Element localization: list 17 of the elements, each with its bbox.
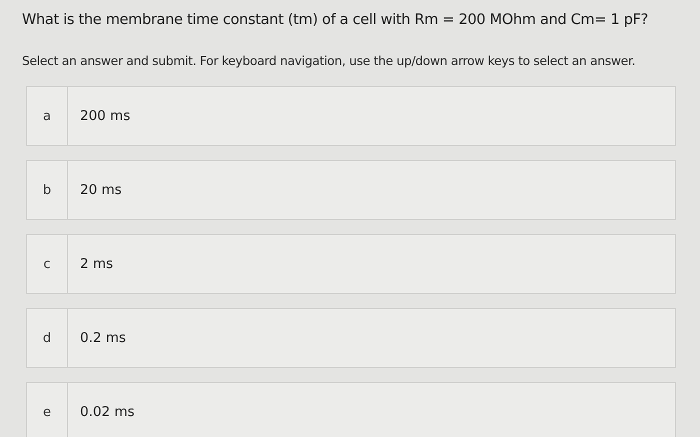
option-letter: b <box>27 161 68 219</box>
option-letter: e <box>27 383 68 437</box>
answer-option[interactable]: e 0.02 ms <box>26 382 676 437</box>
option-text: 0.2 ms <box>79 329 126 348</box>
answer-option[interactable]: c 2 ms <box>26 234 676 294</box>
answer-option[interactable]: a 200 ms <box>26 86 676 146</box>
option-letter: a <box>27 87 68 145</box>
option-text: 20 ms <box>79 181 122 200</box>
instruction-text: Select an answer and submit. For keyboard navigation, use the up/down arrow keys to select an answer. <box>22 54 636 68</box>
option-text: 0.02 ms <box>79 403 135 422</box>
answer-option[interactable]: d 0.2 ms <box>26 308 676 368</box>
question-text: What is the membrane time constant (tm) of a cell with Rm = 200 MOhm and Cm= 1 pF? <box>22 12 650 28</box>
option-letter: d <box>27 309 68 367</box>
option-text: 2 ms <box>79 255 114 274</box>
option-letter: c <box>27 235 68 293</box>
option-text: 200 ms <box>79 107 130 126</box>
answer-option[interactable]: b 20 ms <box>26 160 676 220</box>
